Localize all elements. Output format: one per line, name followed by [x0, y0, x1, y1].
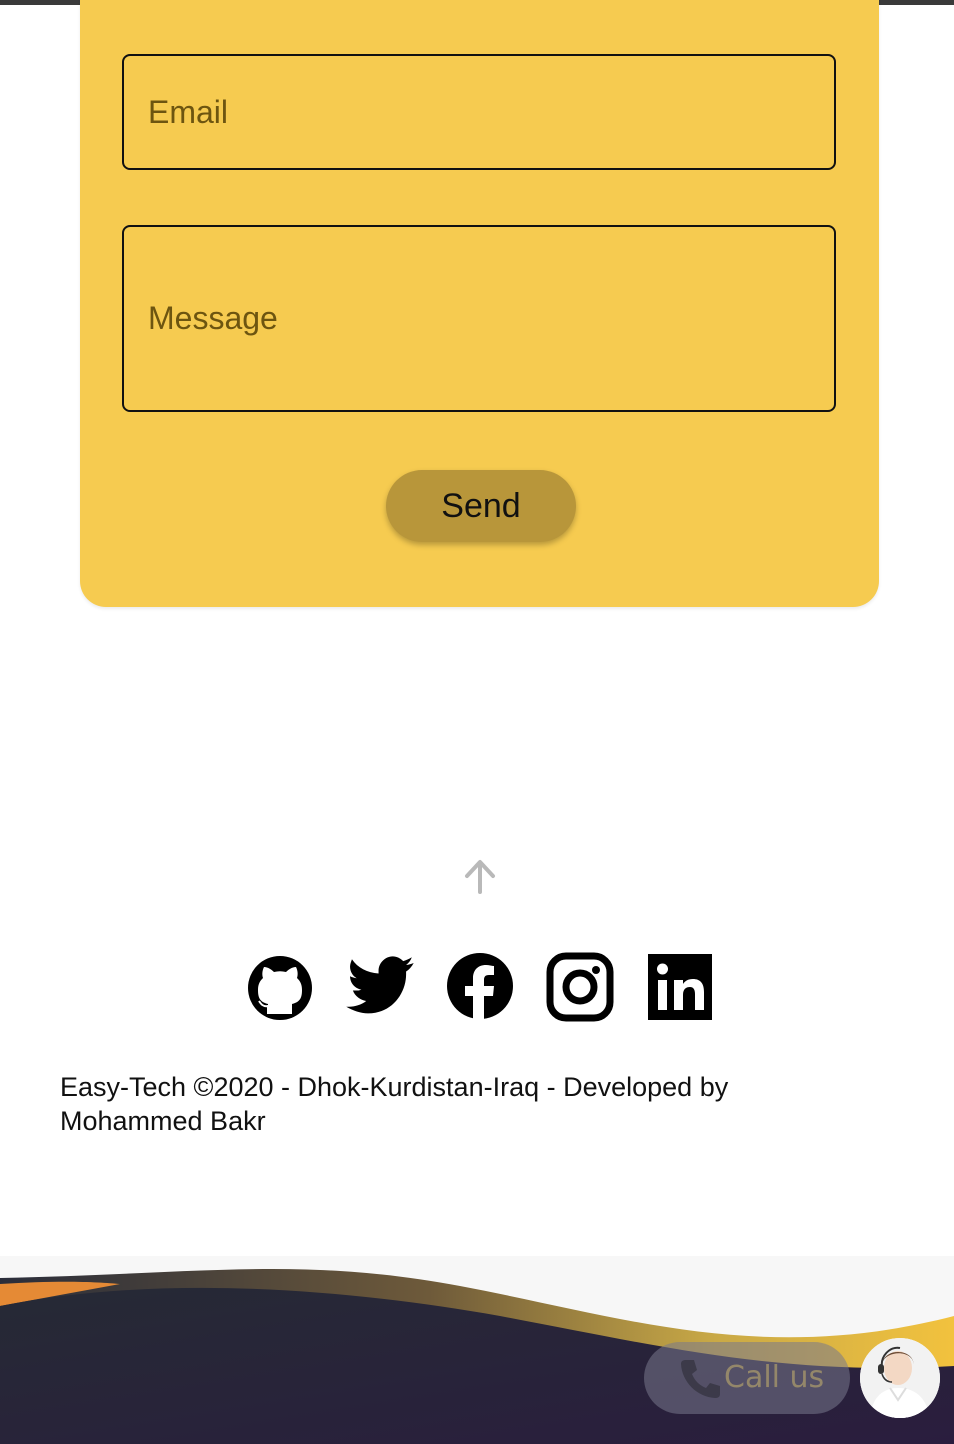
github-icon: [248, 956, 312, 1020]
message-field[interactable]: Message: [122, 225, 836, 412]
instagram-link[interactable]: [546, 948, 614, 1026]
send-button-label: Send: [441, 486, 521, 525]
contact-form: Email Message Send: [80, 0, 879, 607]
arrow-up-icon: [465, 860, 495, 894]
twitter-link[interactable]: [346, 948, 414, 1026]
social-links: [246, 948, 716, 1026]
call-us-label: Call us: [724, 1360, 825, 1395]
facebook-icon: [447, 953, 513, 1024]
call-us-button[interactable]: Call us: [644, 1342, 850, 1414]
github-link[interactable]: [246, 948, 314, 1026]
support-agent-avatar[interactable]: [860, 1338, 940, 1418]
message-placeholder: Message: [148, 300, 278, 336]
back-to-top-button[interactable]: [460, 856, 500, 896]
linkedin-link[interactable]: [646, 948, 714, 1026]
send-button[interactable]: Send: [386, 470, 576, 542]
footer-copyright: Easy-Tech ©2020 - Dhok-Kurdistan-Iraq - …: [60, 1072, 729, 1136]
facebook-link[interactable]: [446, 948, 514, 1026]
email-field[interactable]: Email: [122, 54, 836, 170]
support-agent-icon: [860, 1338, 940, 1418]
email-placeholder: Email: [148, 93, 229, 130]
linkedin-icon: [648, 954, 712, 1020]
instagram-icon: [546, 952, 614, 1022]
phone-icon: [681, 1360, 720, 1398]
twitter-icon: [346, 956, 414, 1014]
